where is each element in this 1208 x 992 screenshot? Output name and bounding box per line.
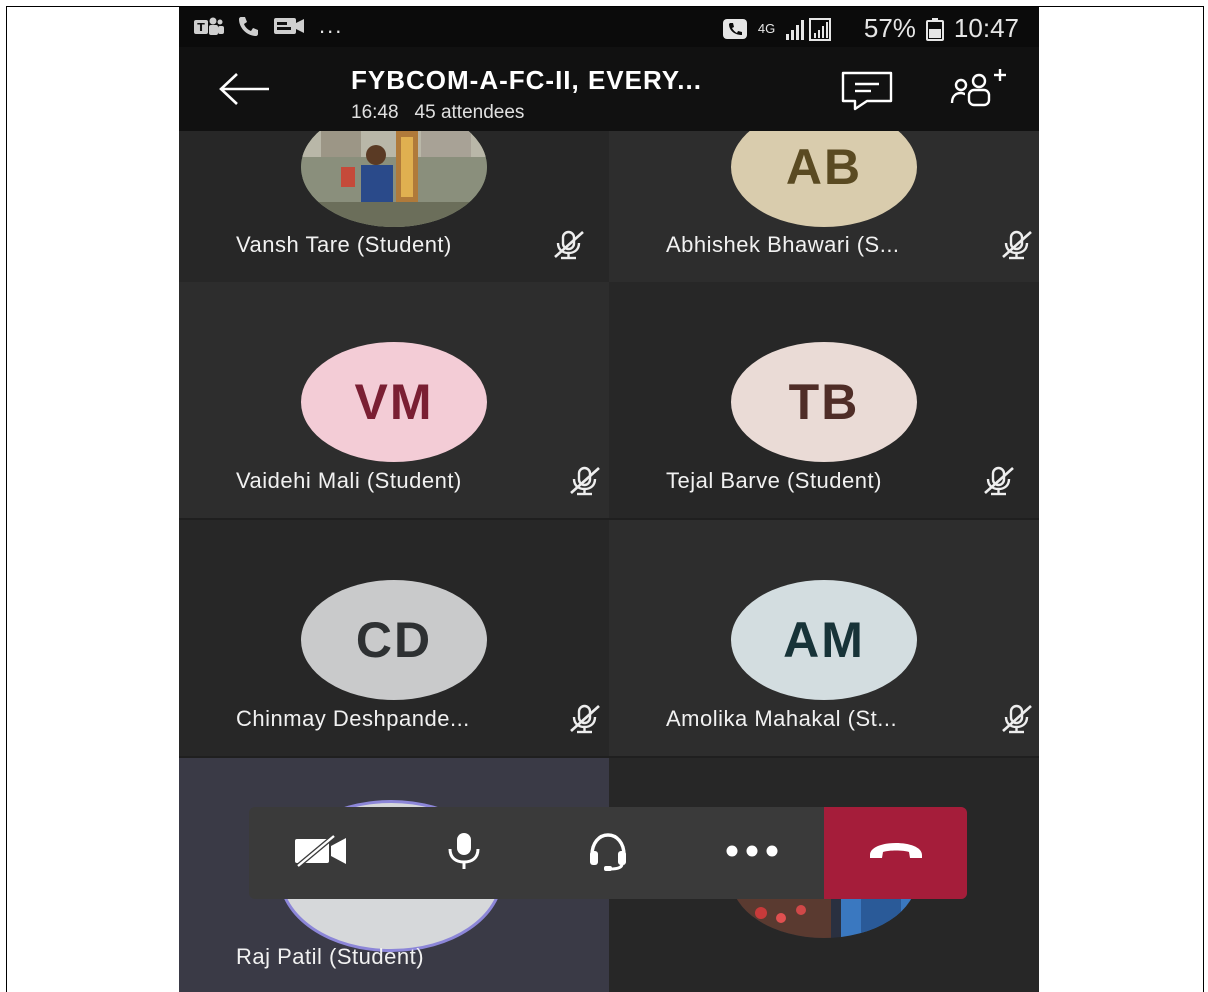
camera-off-button[interactable] [249,807,392,899]
participant-name: Chinmay Deshpande... [236,706,470,731]
teams-call-screen: T ... 4G 57% 10:47 Vansh Tare (Student) … [179,7,1039,992]
participant-tile-chinmay[interactable]: CD Chinmay Deshpande... [179,520,609,756]
participant-name: Tejal Barve (Student) [666,468,882,493]
headset-icon [586,831,630,876]
mic-off-icon [565,703,605,740]
more-notifications: ... [319,13,344,38]
mic-off-icon [997,229,1037,266]
avatar-initials: VM [301,342,487,462]
battery-percent: 57% [863,13,916,43]
avatar-initials: TB [731,342,917,462]
mic-off-icon [979,465,1019,502]
mic-off-icon [565,465,605,502]
camera-off-icon [292,833,350,873]
participant-name: Vansh Tare (Student) [236,232,452,257]
call-duration: 16:48 [351,102,399,123]
avatar-initials: CD [301,580,487,700]
video-icon [273,15,305,37]
participant-tile-amolika[interactable]: AM Amolika Mahakal (St... [609,520,1039,756]
battery-icon [925,17,944,41]
hang-up-icon [866,839,926,868]
call-indicator-icon [722,17,748,41]
participant-name: Raj Patil (Student) [236,944,425,969]
call-controls-bar [249,807,967,899]
avatar-initials: AM [731,580,917,700]
chat-icon[interactable] [841,71,893,116]
signal-icon [784,16,854,42]
status-bar: T ... 4G 57% 10:47 [179,7,1039,47]
participant-tile-vaidehi[interactable]: VM Vaidehi Mali (Student) [179,282,609,518]
participant-name: Amolika Mahakal (St... [666,706,898,731]
mic-off-icon [549,229,589,266]
more-icon [722,843,782,864]
call-header: FYBCOM-A-FC-II, EVERY... 16:48 45 attende… [179,47,1039,131]
svg-text:T: T [197,21,205,34]
audio-options-button[interactable] [536,807,679,899]
back-arrow-icon[interactable] [217,71,271,112]
meeting-info: 16:48 45 attendees [351,102,540,124]
microphone-button[interactable] [392,807,535,899]
participant-name: Vaidehi Mali (Student) [236,468,462,493]
mic-off-icon [997,703,1037,740]
phone-icon [237,15,261,37]
hang-up-button[interactable] [824,807,967,899]
microphone-icon [442,831,486,876]
add-people-icon[interactable] [949,67,1013,118]
participant-tile-tejal[interactable]: TB Tejal Barve (Student) [609,282,1039,518]
clock: 10:47 [953,13,1019,43]
network-type: 4G [757,20,776,36]
participant-name: Abhishek Bhawari (S... [666,232,900,257]
meeting-title: FYBCOM-A-FC-II, EVERY... [351,65,702,95]
teams-icon: T [193,15,225,37]
attendee-count: 45 attendees [414,102,525,123]
more-options-button[interactable] [680,807,823,899]
